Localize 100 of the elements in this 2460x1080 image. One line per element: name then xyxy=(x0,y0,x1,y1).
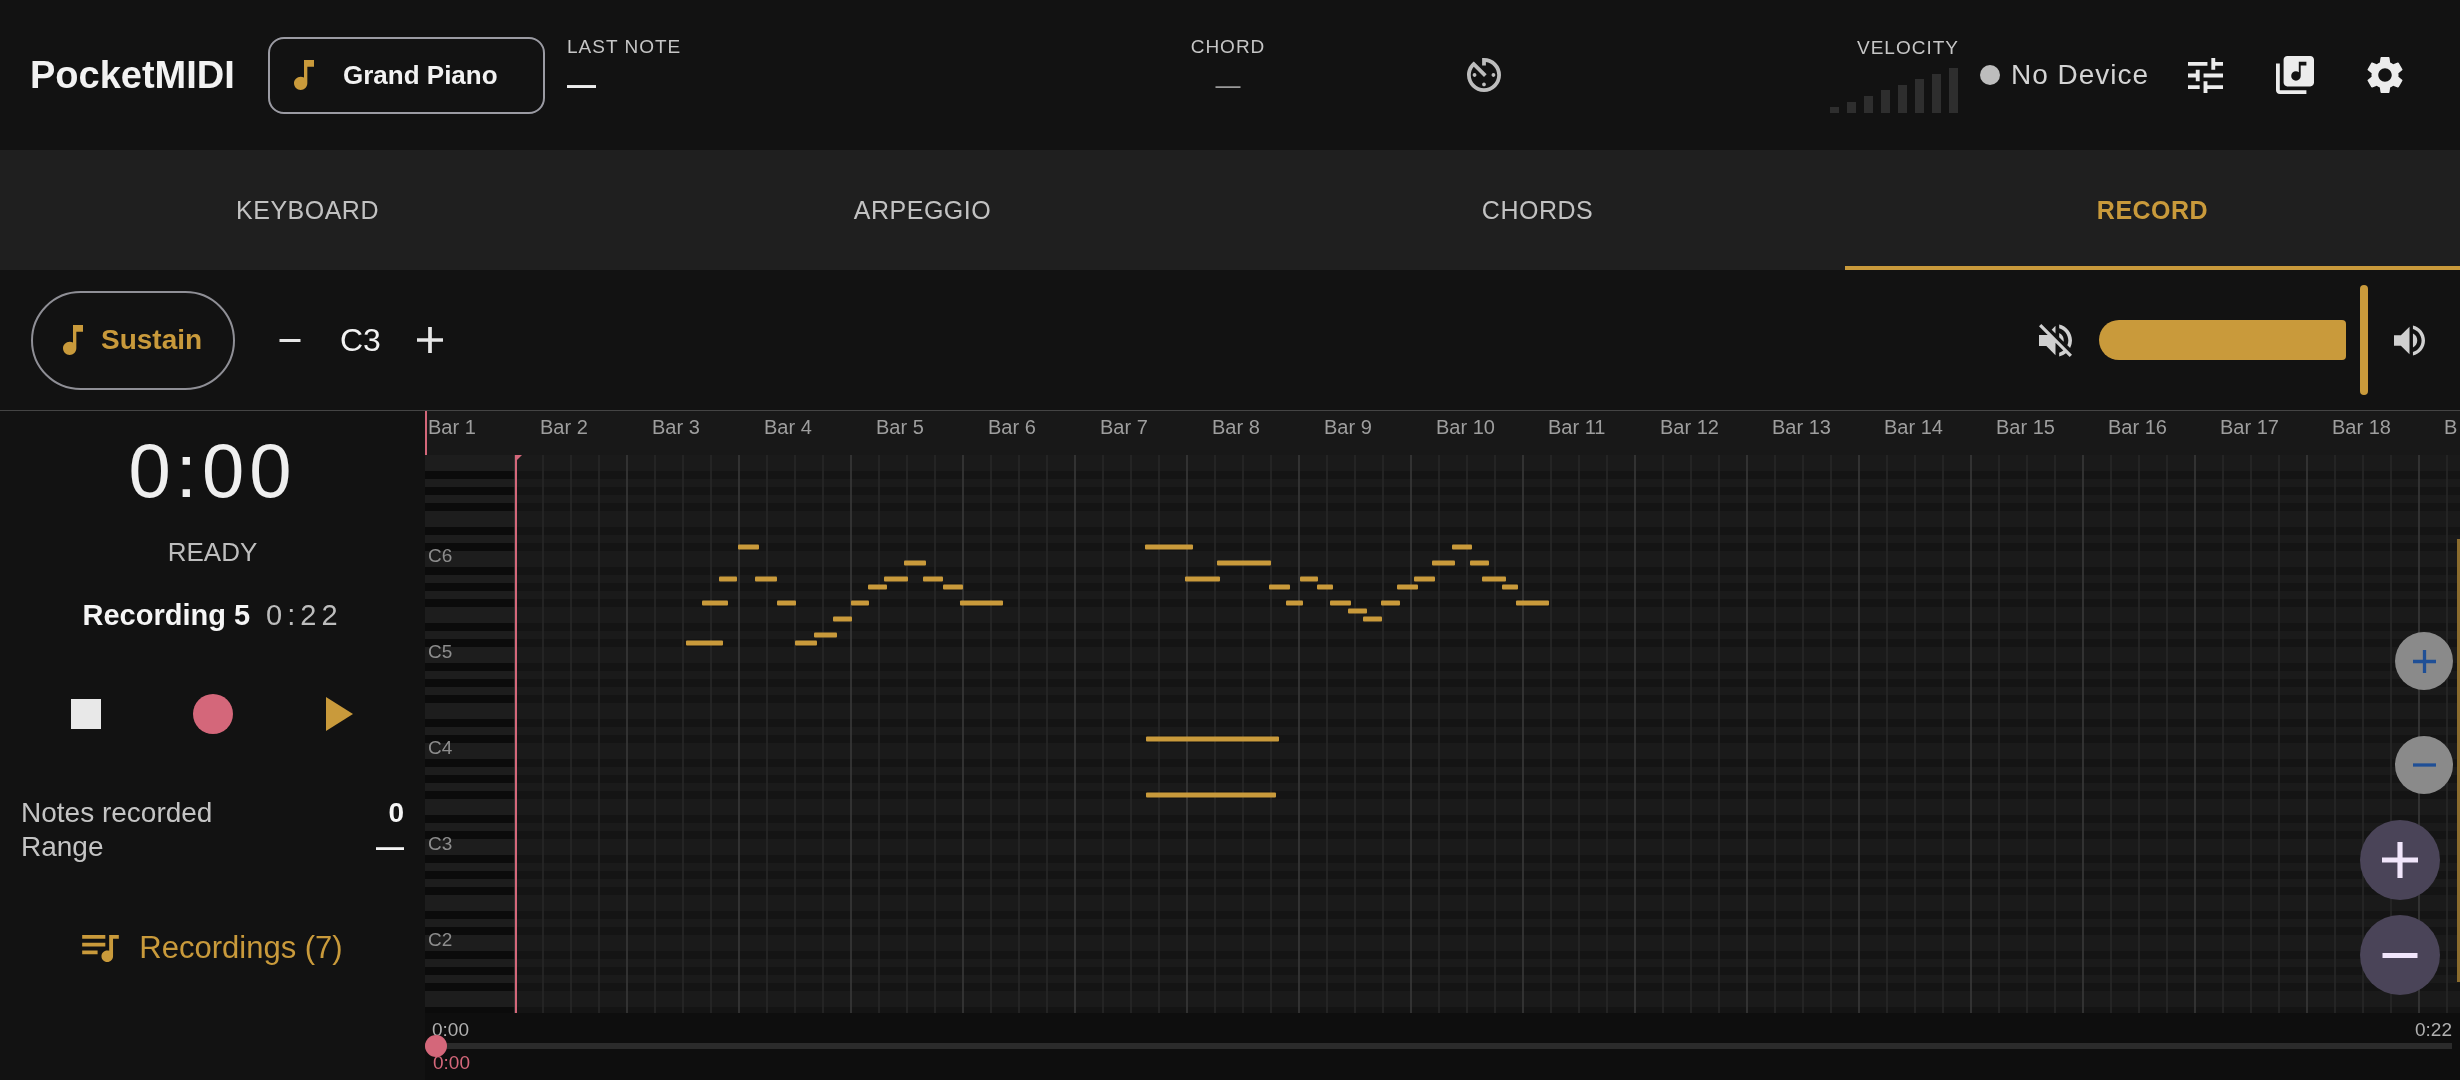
stat-label: Range xyxy=(21,830,104,864)
device-status: No Device xyxy=(2011,59,2150,91)
note-bar xyxy=(851,600,869,606)
tab[interactable]: ARPEGGIO xyxy=(615,150,1230,270)
tab[interactable]: RECORD xyxy=(1845,150,2460,270)
recordings-button[interactable]: Recordings (7) xyxy=(82,928,343,968)
bar-label: Bar 13 xyxy=(1772,415,1831,439)
volume-button[interactable] xyxy=(2394,324,2425,356)
stat-label: Notes recorded xyxy=(21,796,213,830)
stop-button[interactable] xyxy=(70,699,101,729)
note-bar xyxy=(1482,576,1506,582)
minus-icon xyxy=(2382,952,2418,958)
bar-label: Bar 12 xyxy=(1660,415,1719,439)
last-note-label: LAST NOTE xyxy=(567,36,682,58)
note-bar xyxy=(1145,544,1193,550)
note-bar xyxy=(1432,560,1455,566)
note-bar xyxy=(868,584,887,590)
plus-icon xyxy=(2382,842,2418,878)
plus-icon xyxy=(416,327,443,353)
mute-button[interactable] xyxy=(2039,323,2072,357)
bar-label: Bar 18 xyxy=(2332,415,2391,439)
tab[interactable]: CHORDS xyxy=(1230,150,1845,270)
tune-button[interactable] xyxy=(2188,57,2223,93)
octave-up-button[interactable] xyxy=(416,327,443,353)
play-button[interactable] xyxy=(326,697,353,731)
note-bar xyxy=(1414,576,1435,582)
plus-icon xyxy=(2412,649,2436,673)
note-bar xyxy=(795,640,817,646)
bar-label: Bar 11 xyxy=(1548,415,1606,439)
sliders-icon xyxy=(2188,57,2223,93)
playback-position: 0:00 xyxy=(433,1053,470,1073)
stat-value: — xyxy=(376,830,404,864)
settings-button[interactable] xyxy=(2367,56,2403,94)
music-library-button[interactable] xyxy=(2276,56,2314,94)
octave-value: C3 xyxy=(340,321,381,359)
slider-thumb[interactable] xyxy=(2359,285,2368,395)
note-bar xyxy=(1269,584,1290,590)
chord-label: CHORD xyxy=(1190,36,1266,58)
timeline-start: 0:00 xyxy=(432,1019,469,1041)
pitch-label: C2 xyxy=(428,929,453,950)
instrument-button[interactable]: Grand Piano xyxy=(268,36,545,114)
bar-label: Bar 4 xyxy=(764,415,812,439)
note-bar xyxy=(833,616,852,622)
note-bar xyxy=(1330,600,1351,606)
app-title: PocketMIDI xyxy=(30,53,235,97)
music-note-icon xyxy=(294,60,314,90)
stop-icon xyxy=(70,699,101,729)
bar-label: Bar 5 xyxy=(876,415,924,439)
note-bar xyxy=(1217,560,1271,566)
timer-button[interactable] xyxy=(1467,58,1501,92)
minus-icon xyxy=(278,338,302,342)
sustain-button[interactable]: Sustain xyxy=(31,290,235,390)
note-bar xyxy=(1286,600,1303,606)
bar-label: Bar 6 xyxy=(988,415,1036,439)
timeline-end: 0:22 xyxy=(2415,1019,2452,1041)
last-note-value: — xyxy=(567,70,596,100)
note-bar xyxy=(1363,616,1382,622)
settings-icon xyxy=(2367,56,2403,94)
note-bar xyxy=(1317,584,1333,590)
note-bar xyxy=(1300,576,1318,582)
seek-thumb[interactable] xyxy=(425,1035,447,1057)
tab[interactable]: KEYBOARD xyxy=(0,150,615,270)
timer-icon xyxy=(1467,58,1501,92)
bar-label: Bar 15 xyxy=(1996,415,2055,439)
bar-label: Bar 17 xyxy=(2220,415,2279,439)
chord-value: — xyxy=(1215,70,1241,100)
note-bar xyxy=(702,600,728,606)
note-bar xyxy=(814,632,837,638)
octave-down-button[interactable] xyxy=(278,338,302,342)
music-library-icon xyxy=(2276,56,2314,94)
record-icon xyxy=(192,694,233,734)
playlist-icon xyxy=(82,934,120,962)
note-bar xyxy=(777,600,796,606)
speaker-muted-icon xyxy=(2039,323,2072,357)
bar-label: Bar 10 xyxy=(1436,415,1495,439)
play-icon xyxy=(326,697,353,731)
music-note-icon xyxy=(63,325,83,355)
note-bar xyxy=(904,560,926,566)
note-bar xyxy=(738,544,759,550)
note-bar xyxy=(719,576,737,582)
recording-name: Recording 5 xyxy=(82,598,251,632)
note-bar xyxy=(923,576,943,582)
record-button[interactable] xyxy=(192,694,233,734)
bar-label: Bar 14 xyxy=(1884,415,1943,439)
bar-label: B xyxy=(2444,415,2458,439)
note-bar xyxy=(686,640,723,646)
volume-slider[interactable] xyxy=(2099,285,2370,395)
elapsed-time: 0:00 xyxy=(128,433,297,509)
velocity-label: VELOCITY xyxy=(1857,37,1959,59)
bar-label: Bar 7 xyxy=(1100,415,1148,439)
pitch-label: C6 xyxy=(428,545,453,566)
note-bar xyxy=(755,576,777,582)
note-bar xyxy=(1185,576,1220,582)
bar-label: Bar 8 xyxy=(1212,415,1260,439)
bar-label: Bar 16 xyxy=(2108,415,2167,439)
bar-label: Bar 2 xyxy=(540,415,588,439)
note-bar xyxy=(943,584,963,590)
note-bar xyxy=(1452,544,1472,550)
note-bar xyxy=(1381,600,1400,606)
speaker-icon xyxy=(2394,324,2425,356)
